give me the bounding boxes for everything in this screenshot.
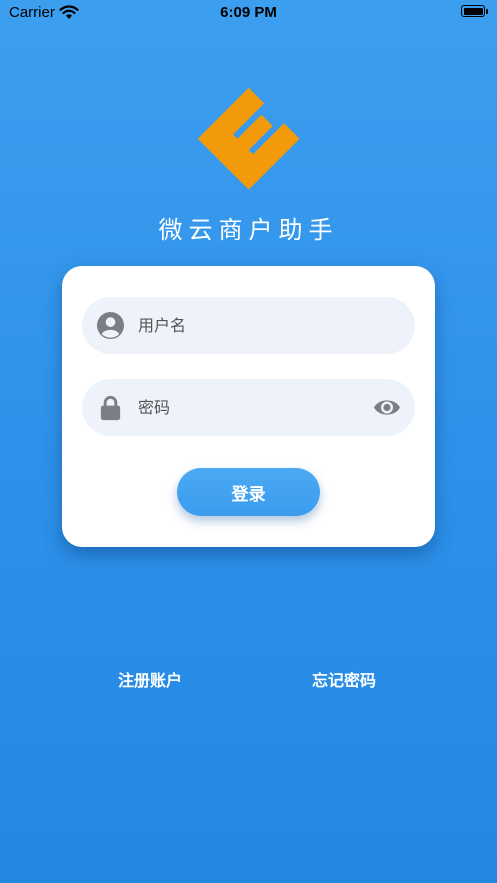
username-field[interactable]: [82, 297, 415, 354]
eye-icon[interactable]: [373, 395, 401, 420]
status-time: 6:09 PM: [220, 4, 277, 21]
forgot-password-link[interactable]: 忘记密码: [312, 667, 376, 691]
status-bar: Carrier 6:09 PM: [0, 0, 497, 26]
lock-icon: [100, 395, 121, 421]
username-input[interactable]: [138, 297, 358, 354]
user-icon: [96, 311, 125, 340]
login-card: 登录: [62, 266, 435, 547]
battery-cap: [486, 9, 488, 14]
password-field[interactable]: [82, 379, 415, 436]
app-title: 微云商户助手: [158, 216, 339, 244]
login-button[interactable]: 登录: [177, 468, 320, 516]
register-link[interactable]: 注册账户: [118, 667, 182, 691]
app-logo: [197, 87, 300, 190]
password-input[interactable]: [138, 379, 358, 436]
battery-icon: [461, 5, 485, 17]
